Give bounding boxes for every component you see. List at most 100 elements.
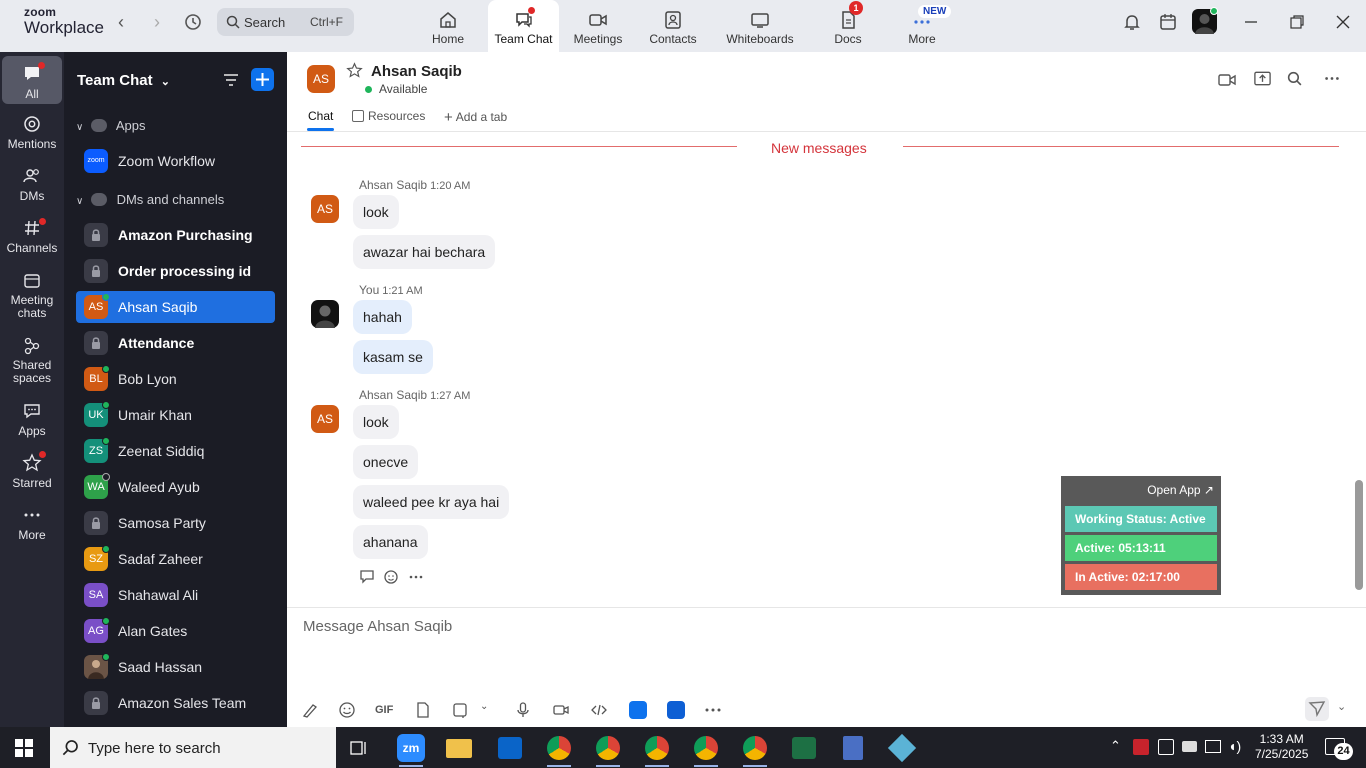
sidebar-item-umair-khan[interactable]: UK Umair Khan — [76, 399, 275, 431]
reply-icon[interactable] — [359, 568, 377, 586]
search-input[interactable]: Search Ctrl+F — [217, 8, 354, 36]
scrollbar-thumb[interactable] — [1355, 480, 1363, 590]
sidebar-item-waleed-ayub[interactable]: WA Waleed Ayub — [76, 471, 275, 503]
taskbar-chrome-4[interactable] — [692, 734, 720, 767]
profile-avatar[interactable] — [1192, 7, 1218, 34]
message-bubble[interactable]: hahah — [353, 300, 412, 334]
rail-shared-spaces[interactable]: Shared spaces — [2, 336, 62, 385]
close-icon[interactable] — [1333, 12, 1353, 32]
new-chat-button[interactable] — [251, 68, 274, 91]
forward-arrow-icon[interactable]: › — [147, 12, 167, 32]
battery-icon[interactable] — [1182, 741, 1197, 752]
taskbar-file-explorer[interactable] — [446, 734, 474, 762]
send-button[interactable] — [1305, 697, 1329, 721]
open-app-link[interactable]: Open App ↗ — [1147, 483, 1214, 497]
chevron-down-icon[interactable]: ⌄ — [1337, 700, 1346, 713]
sidebar-item-amazon-sales-team[interactable]: Amazon Sales Team — [76, 687, 275, 719]
sidebar-item-saad-hassan[interactable]: Saad Hassan — [76, 651, 275, 683]
message-bubble[interactable]: waleed pee kr aya hai — [353, 485, 510, 519]
contact-avatar[interactable]: AS — [307, 65, 335, 93]
sidebar-item-samosa-party[interactable]: Samosa Party — [76, 507, 275, 539]
filter-icon[interactable] — [222, 71, 240, 89]
sender-avatar[interactable]: AS — [311, 405, 339, 433]
sidebar-item-bob-lyon[interactable]: BL Bob Lyon — [76, 363, 275, 395]
star-icon[interactable] — [346, 62, 363, 79]
sender-avatar[interactable]: AS — [311, 195, 339, 223]
message-bubble[interactable]: ahanana — [353, 525, 428, 559]
volume-icon[interactable]: ◖) — [1228, 738, 1241, 754]
message-bubble[interactable]: look — [353, 195, 399, 229]
taskbar-chrome-5[interactable] — [741, 734, 769, 767]
sidebar-item-order-processing[interactable]: Order processing id — [76, 255, 275, 287]
gif-button[interactable]: GIF — [375, 701, 397, 719]
tab-docs[interactable]: 1 Docs — [816, 0, 880, 52]
video-message-icon[interactable] — [552, 701, 570, 719]
sidebar-item-zoom-workflow[interactable]: zoom Zoom Workflow — [76, 145, 275, 177]
sidebar-item-amazon-purchasing[interactable]: Amazon Purchasing — [76, 219, 275, 251]
more-options-icon[interactable] — [1323, 70, 1341, 87]
taskbar-app[interactable] — [887, 733, 917, 763]
sidebar-item-alan-gates[interactable]: AG Alan Gates — [76, 615, 275, 647]
calendar-icon[interactable] — [1158, 12, 1178, 32]
acrobat-tray-icon[interactable] — [1133, 739, 1149, 755]
taskbar-outlook[interactable] — [496, 734, 524, 762]
ellipsis-icon[interactable] — [407, 568, 425, 586]
message-bubble[interactable]: awazar hai bechara — [353, 235, 496, 269]
restore-icon[interactable] — [1287, 12, 1307, 32]
code-snippet-icon[interactable] — [590, 701, 608, 719]
message-bubble[interactable]: look — [353, 405, 399, 439]
emoji-icon[interactable] — [338, 701, 356, 719]
add-tab-button[interactable]: + Add a tab — [444, 109, 507, 126]
apps-section-header[interactable]: ∨ Apps — [76, 118, 146, 133]
sidebar-item-zeenat-siddiq[interactable]: ZS Zeenat Siddiq — [76, 435, 275, 467]
tab-contacts[interactable]: Contacts — [638, 0, 708, 52]
rail-all[interactable]: All — [2, 56, 62, 104]
taskbar-chrome-1[interactable] — [545, 734, 573, 767]
screenshot-icon[interactable] — [451, 701, 469, 719]
taskbar-search[interactable]: Type here to search — [50, 727, 336, 768]
tray-app-icon[interactable] — [1158, 739, 1174, 755]
message-scrollbar[interactable] — [1353, 132, 1366, 606]
message-bubble[interactable]: onecve — [353, 445, 419, 479]
message-input[interactable]: Message Ahsan Saqib — [303, 618, 452, 635]
taskbar-chrome-2[interactable] — [594, 734, 622, 767]
tab-resources[interactable]: Resources — [352, 109, 425, 123]
taskbar-excel[interactable] — [790, 734, 818, 762]
windows-start-icon[interactable] — [15, 739, 33, 757]
sidebar-title[interactable]: Team Chat ⌄ — [77, 72, 170, 89]
rail-apps[interactable]: Apps — [2, 401, 62, 438]
tab-more[interactable]: NEW More — [890, 0, 954, 52]
tab-team-chat[interactable]: Team Chat — [488, 0, 559, 52]
tab-whiteboards[interactable]: Whiteboards — [720, 0, 800, 52]
message-bubble[interactable]: kasam se — [353, 340, 433, 374]
taskbar-chrome-3[interactable] — [643, 734, 671, 767]
rail-meeting-chats[interactable]: Meeting chats — [2, 271, 62, 320]
sidebar-item-ahsan-saqib[interactable]: AS Ahsan Saqib — [76, 291, 275, 323]
tab-meetings[interactable]: Meetings — [563, 0, 633, 52]
file-icon[interactable] — [414, 701, 432, 719]
contact-name[interactable]: Ahsan Saqib — [371, 63, 462, 80]
search-icon[interactable] — [1286, 70, 1303, 87]
taskbar-zoom-app[interactable]: zm — [397, 734, 425, 767]
tab-chat[interactable]: Chat — [308, 109, 333, 123]
microphone-icon[interactable] — [514, 701, 532, 719]
share-screen-icon[interactable] — [1253, 70, 1272, 88]
network-icon[interactable] — [1205, 740, 1221, 753]
dm-section-header[interactable]: ∨ DMs and channels — [76, 192, 224, 207]
video-call-icon[interactable] — [1217, 71, 1237, 89]
self-avatar[interactable] — [311, 300, 339, 328]
rail-dms[interactable]: DMs — [2, 166, 62, 203]
history-icon[interactable] — [183, 12, 203, 32]
emoji-reaction-icon[interactable] — [383, 568, 401, 586]
bell-icon[interactable] — [1122, 12, 1142, 32]
app-shortcut-icon[interactable] — [629, 701, 647, 719]
rail-channels[interactable]: Channels — [2, 218, 62, 255]
tray-expand-icon[interactable]: ⌃ — [1110, 738, 1121, 754]
more-tools-icon[interactable] — [704, 701, 722, 719]
sidebar-item-attendance[interactable]: Attendance — [76, 327, 275, 359]
format-icon[interactable] — [301, 701, 319, 719]
task-view-icon[interactable] — [349, 738, 369, 758]
tab-home[interactable]: Home — [413, 0, 483, 52]
minimize-icon[interactable] — [1241, 12, 1261, 32]
back-arrow-icon[interactable]: ‹ — [111, 12, 131, 32]
